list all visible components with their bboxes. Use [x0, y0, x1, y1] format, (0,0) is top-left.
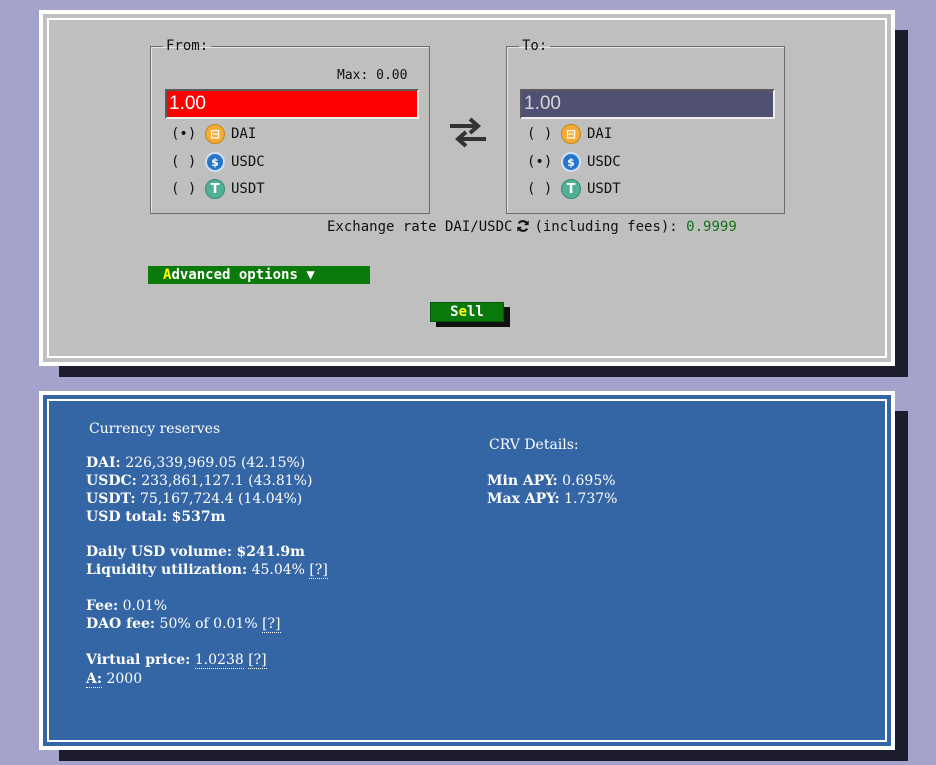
dao-fee-value: 50% of 0.01%	[159, 616, 258, 632]
to-coin-dai[interactable]: ( ) ⊟ DAI	[527, 123, 612, 145]
dai-icon: ⊟	[561, 124, 581, 144]
to-coin-usdt[interactable]: ( ) T USDT	[527, 178, 621, 200]
from-radio-usdc[interactable]: ( )	[171, 154, 205, 170]
sell-button-wrapper: Sell	[430, 301, 510, 327]
to-radio-dai[interactable]: ( )	[527, 126, 561, 142]
exchange-rate-suffix: (including fees):	[534, 219, 678, 235]
to-coin-usdc[interactable]: (•) $ USDC	[527, 151, 621, 173]
advanced-options-button[interactable]: Advanced options ▼	[148, 266, 370, 284]
virtual-price-label: Virtual price:	[86, 652, 191, 668]
dao-fee-label: DAO fee:	[86, 616, 156, 632]
reserve-usdt: USDT: 75,167,724.4 (14.04%)	[86, 491, 302, 507]
to-coin-label-usdt: USDT	[587, 181, 621, 197]
reserve-dai-value: 226,339,969.05 (42.15%)	[125, 455, 306, 471]
to-coin-label-dai: DAI	[587, 126, 613, 142]
max-value: 0.00	[376, 68, 408, 83]
daily-volume-label: Daily USD volume:	[86, 544, 233, 560]
max-balance[interactable]: Max: 0.00	[337, 68, 407, 83]
virtual-price-help-link[interactable]: [?]	[248, 652, 267, 669]
to-amount-input[interactable]	[520, 89, 775, 119]
from-coin-dai[interactable]: (•) ⊟ DAI	[171, 123, 256, 145]
sell-button[interactable]: Sell	[430, 302, 504, 322]
daily-volume: Daily USD volume: $241.9m	[86, 544, 305, 560]
virtual-price-value: 1.0238	[194, 652, 244, 669]
min-apy-label: Min APY:	[487, 473, 558, 489]
liquidity-utilization: Liquidity utilization: 45.04% [?]	[86, 562, 328, 579]
chevron-down-icon: ▼	[306, 267, 315, 283]
amplification-value: 2000	[106, 671, 143, 687]
fee-label: Fee:	[86, 598, 119, 614]
liquidity-label: Liquidity utilization:	[86, 562, 248, 578]
usdt-icon: T	[205, 179, 225, 199]
amplification: A: 2000	[86, 671, 143, 688]
exchange-rate-prefix: Exchange rate DAI/USDC	[327, 219, 513, 235]
daily-volume-value: $241.9m	[236, 544, 305, 560]
virtual-price: Virtual price: 1.0238 [?]	[86, 652, 267, 669]
reserve-usdc-label: USDC:	[86, 473, 137, 489]
usd-total-label: USD total:	[86, 509, 168, 525]
from-radio-dai[interactable]: (•)	[171, 126, 205, 142]
from-legend: From:	[166, 38, 209, 54]
max-label: Max:	[337, 68, 369, 83]
max-apy-value: 1.737%	[564, 491, 618, 507]
usd-total: USD total: $537m	[86, 509, 225, 525]
dao-fee-help-link[interactable]: [?]	[262, 616, 281, 633]
to-radio-usdt[interactable]: ( )	[527, 181, 561, 197]
max-apy: Max APY: 1.737%	[487, 491, 617, 507]
amplification-label: A:	[86, 671, 103, 688]
from-coin-label-usdt: USDT	[231, 181, 265, 197]
advanced-label: dvanced options	[171, 267, 298, 283]
min-apy-value: 0.695%	[562, 473, 616, 489]
fee-value: 0.01%	[122, 598, 168, 614]
dao-fee: DAO fee: 50% of 0.01% [?]	[86, 616, 281, 633]
from-coin-label-dai: DAI	[231, 126, 257, 142]
from-amount-input[interactable]	[165, 89, 419, 119]
to-radio-usdc[interactable]: (•)	[527, 154, 561, 170]
sell-label-rest: ll	[467, 304, 484, 320]
to-legend: To:	[522, 38, 548, 54]
usdt-icon: T	[561, 179, 581, 199]
usdc-icon: $	[205, 152, 225, 172]
max-apy-label: Max APY:	[487, 491, 560, 507]
from-coin-usdt[interactable]: ( ) T USDT	[171, 178, 265, 200]
dai-icon: ⊟	[205, 124, 225, 144]
crv-details-title: CRV Details:	[489, 437, 579, 453]
exchange-rate-value: 0.9999	[686, 219, 737, 235]
liquidity-help-link[interactable]: [?]	[309, 562, 328, 579]
sell-label-pre: S	[450, 304, 459, 320]
refresh-icon[interactable]	[516, 219, 530, 233]
sell-hotkey: e	[458, 304, 467, 320]
exchange-rate: Exchange rate DAI/USDC (including fees):…	[327, 219, 737, 235]
reserve-usdc: USDC: 233,861,127.1 (43.81%)	[86, 473, 312, 489]
to-coin-label-usdc: USDC	[587, 154, 621, 170]
from-coin-label-usdc: USDC	[231, 154, 265, 170]
liquidity-value: 45.04%	[251, 562, 305, 578]
reserve-dai: DAI: 226,339,969.05 (42.15%)	[86, 455, 305, 471]
fee: Fee: 0.01%	[86, 598, 167, 614]
from-radio-usdt[interactable]: ( )	[171, 181, 205, 197]
usd-total-value: $537m	[171, 509, 226, 525]
min-apy: Min APY: 0.695%	[487, 473, 616, 489]
currency-reserves-title: Currency reserves	[89, 421, 221, 437]
reserve-usdt-label: USDT:	[86, 491, 136, 507]
reserve-usdt-value: 75,167,724.4 (14.04%)	[140, 491, 303, 507]
usdc-icon: $	[561, 152, 581, 172]
swap-direction-icon[interactable]	[448, 116, 488, 148]
reserve-usdc-value: 233,861,127.1 (43.81%)	[141, 473, 313, 489]
from-coin-usdc[interactable]: ( ) $ USDC	[171, 151, 265, 173]
reserve-dai-label: DAI:	[86, 455, 121, 471]
